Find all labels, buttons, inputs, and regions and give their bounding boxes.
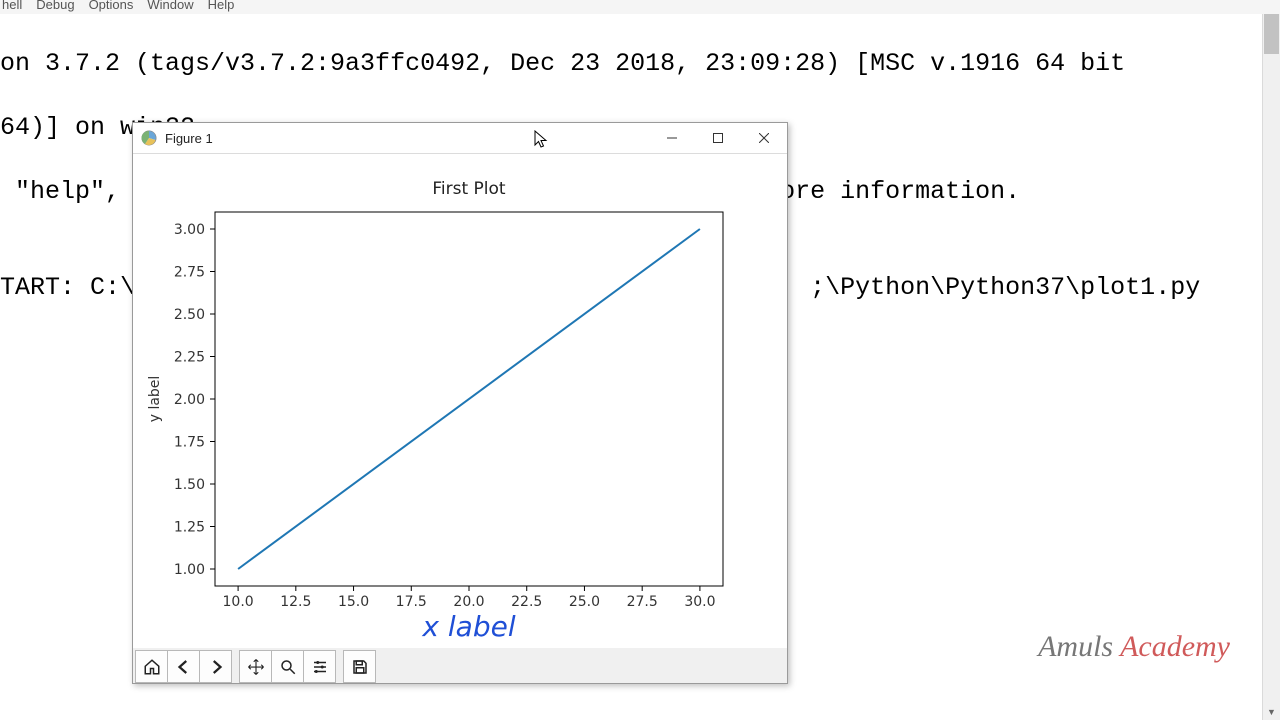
scroll-down-icon[interactable]: ▼ [1263, 703, 1280, 720]
mouse-cursor-icon [534, 130, 548, 150]
scroll-thumb[interactable] [1264, 14, 1279, 54]
home-button[interactable] [135, 650, 168, 683]
y-tick-label: 1.00 [174, 562, 205, 578]
x-tick-label: 30.0 [684, 594, 715, 610]
x-axis-label: x label [421, 610, 515, 643]
forward-button[interactable] [199, 650, 232, 683]
x-tick-label: 12.5 [280, 594, 311, 610]
configure-subplots-button[interactable] [303, 650, 336, 683]
menu-window[interactable]: Window [147, 0, 193, 10]
matplotlib-app-icon [141, 130, 157, 146]
y-tick-label: 2.50 [174, 307, 205, 323]
minimize-button[interactable] [649, 123, 695, 153]
menu-debug[interactable]: Debug [36, 0, 74, 10]
maximize-button[interactable] [695, 123, 741, 153]
y-tick-label: 1.75 [174, 435, 205, 451]
y-tick-label: 2.75 [174, 265, 205, 281]
x-tick-label: 22.5 [511, 594, 542, 610]
matplotlib-toolbar [135, 650, 375, 681]
x-tick-label: 10.0 [223, 594, 254, 610]
chart-title: First Plot [432, 179, 506, 199]
save-button[interactable] [343, 650, 376, 683]
x-tick-label: 25.0 [569, 594, 600, 610]
y-tick-label: 1.25 [174, 520, 205, 536]
watermark-part1: Amuls [1038, 630, 1120, 663]
back-button[interactable] [167, 650, 200, 683]
idle-menubar: hell Debug Options Window Help [0, 0, 1280, 15]
watermark-part2: Academy [1120, 630, 1230, 663]
watermark-text: Amuls Academy [1038, 630, 1230, 664]
chart-svg: First Plot 1.00 1.25 1.50 1.75 2.00 2.25 2.50 2.… [133, 154, 787, 648]
zoom-button[interactable] [271, 650, 304, 683]
menu-options[interactable]: Options [89, 0, 134, 10]
figure-title: Figure 1 [165, 131, 213, 146]
figure-window: Figure 1 First Plot 1.00 1.25 1.50 1.75 2.00 2… [132, 122, 788, 684]
y-tick-label: 2.25 [174, 350, 205, 366]
x-tick-label: 17.5 [396, 594, 427, 610]
idle-line: on 3.7.2 (tags/v3.7.2:9a3ffc0492, Dec 23… [0, 48, 1280, 80]
plot-canvas: First Plot 1.00 1.25 1.50 1.75 2.00 2.25 2.50 2.… [133, 154, 787, 648]
figure-titlebar[interactable]: Figure 1 [133, 123, 787, 154]
close-button[interactable] [741, 123, 787, 153]
x-tick-label: 27.5 [627, 594, 658, 610]
y-tick-label: 1.50 [174, 477, 205, 493]
menu-shell[interactable]: hell [2, 0, 22, 10]
y-tick-label: 3.00 [174, 222, 205, 238]
data-line [238, 229, 700, 569]
y-axis-label: y label [147, 376, 163, 423]
y-tick-label: 2.00 [174, 392, 205, 408]
menu-help[interactable]: Help [208, 0, 235, 10]
pan-button[interactable] [239, 650, 272, 683]
x-tick-label: 20.0 [453, 594, 484, 610]
x-tick-label: 15.0 [338, 594, 369, 610]
vertical-scrollbar[interactable]: ▲ ▼ [1262, 14, 1280, 720]
